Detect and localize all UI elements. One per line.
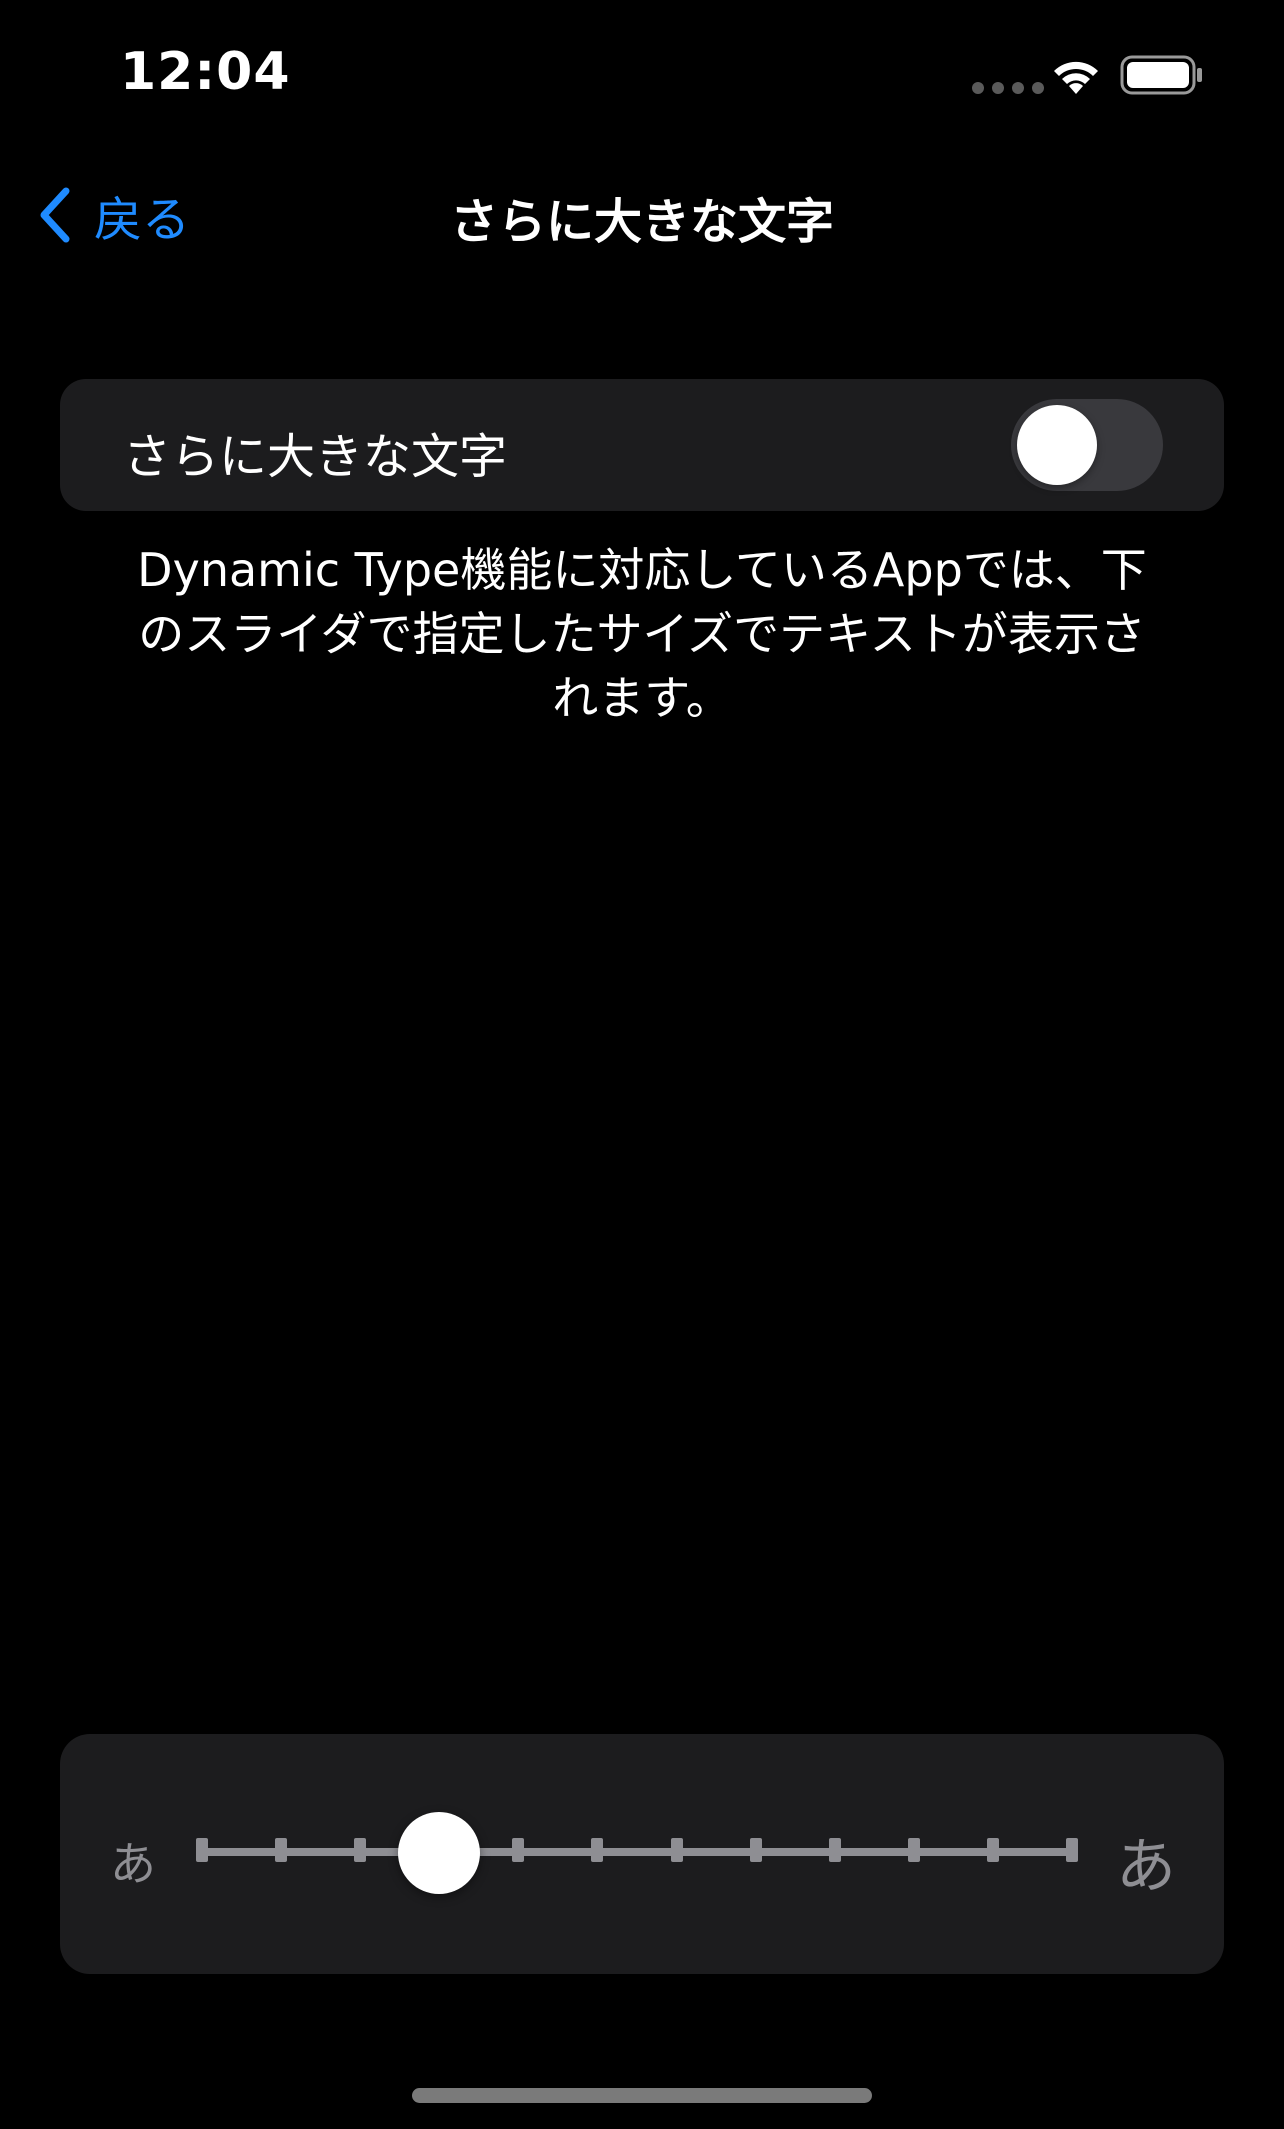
- slider-tick: [275, 1838, 288, 1862]
- larger-text-switch[interactable]: [1011, 399, 1163, 491]
- large-text-glyph: あ: [1116, 1832, 1176, 1902]
- slider-tick: [828, 1838, 841, 1862]
- switch-knob: [1017, 405, 1097, 485]
- slider-tick: [670, 1838, 683, 1862]
- home-indicator: [412, 2088, 872, 2103]
- slider-tick: [986, 1838, 999, 1862]
- slider-tick: [512, 1838, 525, 1862]
- small-text-glyph: あ: [110, 1837, 156, 1891]
- status-bar: 12:04: [0, 0, 1284, 150]
- larger-text-toggle-row: さらに大きな文字: [60, 379, 1224, 511]
- slider-tick: [1066, 1838, 1078, 1862]
- slider-tick: [749, 1838, 762, 1862]
- slider-thumb[interactable]: [398, 1812, 481, 1894]
- status-time: 12:04: [120, 42, 291, 102]
- wifi-icon: [1054, 61, 1098, 94]
- slider-tick: [907, 1838, 920, 1862]
- page-title: さらに大きな文字: [449, 194, 834, 250]
- battery-icon: [1120, 55, 1202, 95]
- signal-dots-icon: [972, 82, 1044, 94]
- slider-tick: [196, 1838, 208, 1862]
- slider-tick: [354, 1838, 367, 1862]
- slider-track[interactable]: [196, 1848, 1078, 1856]
- slider-tick: [591, 1838, 604, 1862]
- larger-text-toggle-label: さらに大きな文字: [123, 429, 508, 485]
- navigation-bar: 戻る さらに大きな文字: [0, 160, 1284, 260]
- description-text: Dynamic Type機能に対応しているAppでは、下のスライダで指定したサイ…: [137, 543, 1147, 725]
- text-size-slider-card: あ あ: [60, 1734, 1224, 1974]
